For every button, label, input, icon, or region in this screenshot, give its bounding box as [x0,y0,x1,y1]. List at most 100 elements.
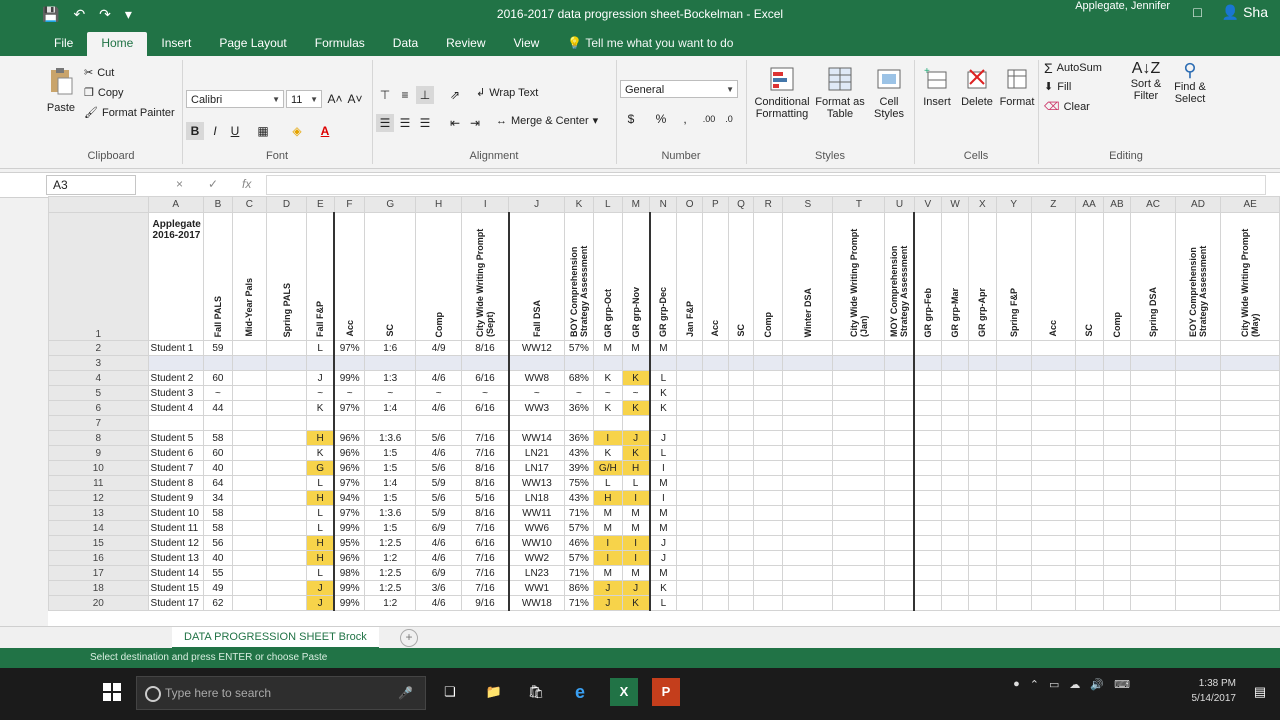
data-cell[interactable] [727,595,755,611]
row-number[interactable]: 3 [48,355,149,371]
data-cell[interactable] [832,475,886,491]
data-cell[interactable] [1074,580,1104,596]
data-cell[interactable]: LN17 [507,460,565,476]
comma-button[interactable]: , [676,110,694,128]
data-cell[interactable] [1102,415,1132,431]
data-cell[interactable] [231,355,267,371]
insert-cells-button[interactable]: + Insert [918,64,956,108]
column-header[interactable]: H [415,196,463,213]
column-title-cell[interactable]: City Wide Writing Prompt (Jan) [832,212,886,341]
column-title-cell[interactable]: City Wide Writing Prompt (Sept) [461,212,510,341]
taskbar-clock[interactable]: 1:38 PM 5/14/2017 [1192,676,1237,706]
data-cell[interactable] [306,355,335,371]
align-left-icon[interactable]: ☰ [376,114,394,132]
data-cell[interactable]: I [648,490,678,506]
data-cell[interactable]: 1:5 [364,490,417,506]
data-cell[interactable] [968,430,997,446]
data-cell[interactable] [913,460,942,476]
data-cell[interactable]: H [306,430,335,446]
data-cell[interactable]: 8/16 [461,460,510,476]
data-cell[interactable]: WW6 [507,520,565,536]
data-cell[interactable]: 1:5 [364,520,417,536]
column-header[interactable]: L [592,196,623,213]
data-cell[interactable] [1102,385,1132,401]
data-cell[interactable] [1074,505,1104,521]
data-cell[interactable] [940,355,970,371]
data-cell[interactable]: L [621,475,651,491]
data-cell[interactable]: 7/16 [461,520,510,536]
data-cell[interactable] [1174,505,1222,521]
data-cell[interactable] [884,490,915,506]
data-cell[interactable] [702,490,729,506]
data-cell[interactable] [1130,415,1176,431]
data-cell[interactable] [1220,490,1280,506]
column-header[interactable]: I [461,196,510,213]
data-cell[interactable]: 6/16 [461,535,510,551]
data-cell[interactable]: K [592,445,623,461]
data-cell[interactable]: 96% [333,445,366,461]
data-cell[interactable]: 39% [563,460,594,476]
data-cell[interactable] [1174,460,1222,476]
data-cell[interactable]: I [648,460,678,476]
data-cell[interactable] [265,400,308,416]
data-cell[interactable] [1174,385,1222,401]
data-cell[interactable] [940,550,970,566]
data-cell[interactable] [676,430,704,446]
data-cell[interactable]: 7/16 [461,445,510,461]
data-cell[interactable] [968,535,997,551]
data-cell[interactable] [1220,565,1280,581]
decrease-decimal-icon[interactable]: .0 [720,110,738,128]
underline-button[interactable]: U [226,122,244,140]
italic-button[interactable]: I [206,122,224,140]
data-cell[interactable] [727,445,755,461]
data-cell[interactable] [648,355,678,371]
data-cell[interactable] [265,415,308,431]
orientation-icon[interactable]: ⇗ [446,86,464,104]
data-cell[interactable]: 7/16 [461,580,510,596]
data-cell[interactable] [1220,535,1280,551]
data-cell[interactable] [592,415,623,431]
data-cell[interactable]: 99% [333,595,366,611]
student-name-cell[interactable]: Student 7 [147,460,204,476]
data-cell[interactable] [1074,415,1104,431]
data-cell[interactable] [265,565,308,581]
student-name-cell[interactable]: Student 10 [147,505,204,521]
data-cell[interactable]: WW12 [507,340,565,356]
data-cell[interactable] [1030,415,1076,431]
data-cell[interactable]: J [306,580,335,596]
data-cell[interactable] [913,355,942,371]
data-cell[interactable] [913,505,942,521]
align-right-icon[interactable]: ☰ [416,114,434,132]
data-cell[interactable] [968,565,997,581]
data-cell[interactable]: L [648,370,678,386]
row-number[interactable]: 5 [48,385,149,401]
data-cell[interactable] [1074,355,1104,371]
data-cell[interactable]: 71% [563,595,594,611]
data-cell[interactable] [940,595,970,611]
data-cell[interactable] [995,505,1032,521]
student-name-cell[interactable]: Student 11 [147,520,204,536]
excel-taskbar-icon[interactable]: X [610,678,638,706]
data-cell[interactable] [832,430,886,446]
number-format-select[interactable]: General ▼ [620,80,738,98]
data-cell[interactable] [1220,385,1280,401]
data-cell[interactable] [1220,370,1280,386]
data-cell[interactable] [306,415,335,431]
data-cell[interactable] [1102,535,1132,551]
row-number[interactable]: 7 [48,415,149,431]
data-cell[interactable] [676,385,704,401]
data-cell[interactable]: 44 [202,400,233,416]
data-cell[interactable]: J [621,580,651,596]
row-number[interactable]: 13 [48,505,149,521]
column-title-cell[interactable]: Comp [1102,212,1132,341]
data-cell[interactable]: J [592,580,623,596]
data-cell[interactable] [231,430,267,446]
data-cell[interactable]: 8/16 [461,505,510,521]
data-cell[interactable] [507,415,565,431]
data-cell[interactable]: I [621,490,651,506]
taskbar-search-box[interactable]: Type here to search 🎤 [136,676,426,710]
data-cell[interactable] [782,370,834,386]
data-cell[interactable] [1030,355,1076,371]
column-header[interactable]: X [968,196,997,213]
enter-icon[interactable]: ✓ [208,177,218,191]
